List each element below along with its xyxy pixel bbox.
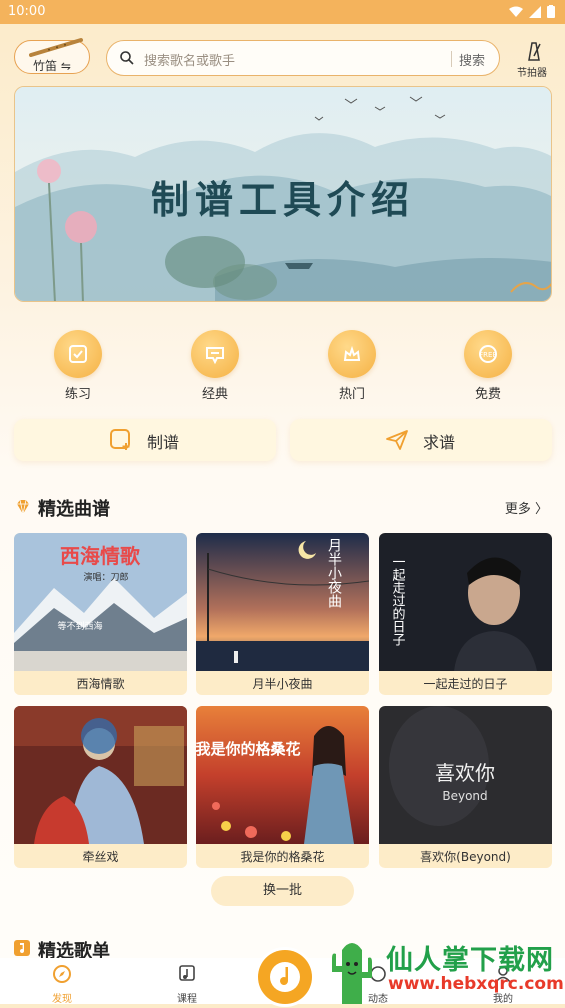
course-icon xyxy=(179,965,195,981)
score-title: 一起走过的日子 xyxy=(423,677,508,691)
status-icons xyxy=(509,5,555,18)
practice-icon xyxy=(54,330,102,378)
compose-icon xyxy=(110,429,130,450)
featured-scores-header: 精选曲谱 更多 〉 xyxy=(14,494,552,520)
category-row: 练习 经典 热门 FREE 免费 xyxy=(0,330,565,402)
score-title: 喜欢你(Beyond) xyxy=(420,850,511,864)
score-card[interactable]: 我是你的格桑花 我是你的格桑花 xyxy=(196,706,369,868)
score-title: 月半小夜曲 xyxy=(252,677,313,691)
cover-title: 喜欢你 xyxy=(435,761,495,785)
score-cover xyxy=(14,706,187,844)
cover-title: 一起走过的日子 xyxy=(390,555,406,646)
search-icon xyxy=(120,51,134,65)
svg-text:FREE: FREE xyxy=(479,351,497,359)
score-cover: 一起走过的日子 xyxy=(379,533,552,671)
category-label: 热门 xyxy=(338,387,365,402)
status-bar: 10:00 xyxy=(0,0,565,24)
score-cover: 西海情歌 演唱：刀郎 等不到西海 xyxy=(14,533,187,671)
cover-subtitle: Beyond xyxy=(442,789,487,803)
more-link[interactable]: 更多 〉 xyxy=(505,498,548,517)
score-cover: 我是你的格桑花 xyxy=(196,706,369,844)
refresh-button[interactable]: 换一批 xyxy=(211,876,354,906)
music-note-icon xyxy=(14,940,30,956)
category-label: 练习 xyxy=(64,387,91,402)
section-title: 精选曲谱 xyxy=(38,499,110,520)
watermark: 仙人掌下载网 www.hebxqrc.com xyxy=(318,932,565,1004)
status-time: 10:00 xyxy=(8,4,46,19)
category-hot[interactable]: 热门 xyxy=(302,330,402,402)
score-title: 我是你的格桑花 xyxy=(240,850,325,864)
score-title: 牵丝戏 xyxy=(82,850,119,864)
gem-icon xyxy=(17,499,29,515)
score-card[interactable]: 牵丝戏 xyxy=(14,706,187,868)
cover-title: 我是你的格桑花 xyxy=(196,740,301,758)
free-icon: FREE xyxy=(464,330,512,378)
score-card[interactable]: 喜欢你 Beyond 喜欢你(Beyond) xyxy=(379,706,552,868)
classic-icon xyxy=(191,330,239,378)
tab-label: 发现 xyxy=(52,994,72,1005)
discover-icon xyxy=(53,965,71,983)
instrument-selector[interactable]: 竹笛 ⇋ xyxy=(14,38,90,74)
category-label: 免费 xyxy=(474,387,501,402)
wifi-icon xyxy=(509,6,523,17)
watermark-url: www.hebxqrc.com xyxy=(388,974,564,994)
hot-icon xyxy=(328,330,376,378)
tab-discover[interactable]: 发现 xyxy=(32,964,92,1005)
tab-label: 课程 xyxy=(177,994,197,1005)
signal-icon xyxy=(529,5,541,18)
compose-button[interactable]: 制谱 xyxy=(14,419,276,461)
search-button[interactable]: 搜索 xyxy=(459,50,485,69)
cactus-logo xyxy=(332,943,372,1004)
music-note-icon xyxy=(270,962,300,992)
score-cover: 月半小夜曲 xyxy=(196,533,369,671)
cover-subtitle: 演唱：刀郎 xyxy=(83,571,128,583)
request-icon xyxy=(386,430,408,450)
search-bar[interactable]: 搜索歌名或歌手 搜索 xyxy=(106,40,500,76)
cover-title: 月半小夜曲 xyxy=(326,538,342,608)
banner[interactable]: 制谱工具介绍 xyxy=(14,86,552,302)
tab-course[interactable]: 课程 xyxy=(157,964,217,1005)
cover-line: 等不到西海 xyxy=(57,620,102,632)
flute-icon xyxy=(29,38,83,57)
category-practice[interactable]: 练习 xyxy=(28,330,128,402)
search-input[interactable]: 搜索歌名或歌手 xyxy=(144,50,235,69)
category-free[interactable]: FREE 免费 xyxy=(438,330,538,402)
search-divider xyxy=(451,51,452,67)
instrument-label: 竹笛 ⇋ xyxy=(33,59,71,73)
category-classic[interactable]: 经典 xyxy=(165,330,265,402)
cover-title: 西海情歌 xyxy=(60,544,141,568)
battery-icon xyxy=(547,5,555,18)
watermark-text: 仙人掌下载网 xyxy=(386,945,554,976)
metronome-icon xyxy=(528,42,541,61)
center-play-button[interactable] xyxy=(258,950,312,1004)
compose-label: 制谱 xyxy=(147,433,180,452)
score-cover: 喜欢你 Beyond xyxy=(379,706,552,844)
banner-title: 制谱工具介绍 xyxy=(150,177,415,222)
score-card[interactable]: 一起走过的日子 一起走过的日子 xyxy=(379,533,552,695)
metronome-label: 节拍器 xyxy=(517,68,547,79)
top-bar: 竹笛 ⇋ 搜索歌名或歌手 搜索 节拍器 xyxy=(0,36,565,80)
category-label: 经典 xyxy=(201,387,228,402)
score-card[interactable]: 月半小夜曲 月半小夜曲 xyxy=(196,533,369,695)
score-card[interactable]: 西海情歌 演唱：刀郎 等不到西海 西海情歌 xyxy=(14,533,187,695)
metronome-button[interactable]: 节拍器 xyxy=(516,40,552,79)
score-title: 西海情歌 xyxy=(76,677,125,691)
request-button[interactable]: 求谱 xyxy=(290,419,552,461)
request-label: 求谱 xyxy=(423,433,456,452)
